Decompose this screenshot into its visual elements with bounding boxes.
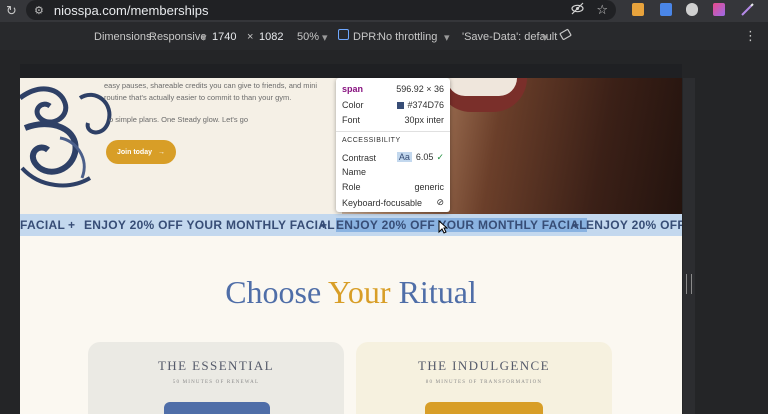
plan-subtitle: 50 MINUTES OF RENEWAL [172, 380, 260, 385]
extension-icon[interactable] [632, 3, 644, 16]
device-toolbar: Dimensions: Responsive ▾ 1740 × 1082 50%… [0, 22, 768, 50]
dimensions-label: Dimensions: [94, 31, 155, 43]
zoom-select[interactable]: 50% [297, 31, 319, 43]
hero-text-line: o simple plans. One Steady glow. Let's g… [109, 115, 249, 124]
plan-subtitle: 80 MINUTES OF TRANSFORMATION [425, 380, 543, 385]
keyboard-focusable-label: Keyboard-focusable [342, 197, 423, 208]
dropdown-arrow-icon: ▾ [322, 32, 328, 44]
title-part: Choose [225, 274, 329, 310]
join-button-label: Join today [116, 148, 152, 156]
photo-teeth [447, 78, 517, 96]
element-size: 596.92 × 36 [396, 84, 444, 94]
address-bar[interactable]: ⚙ niosspa.com/memberships ☆ [26, 0, 616, 20]
contrast-label: Contrast [342, 152, 377, 163]
docs-extension-icon[interactable] [660, 3, 672, 16]
contrast-sample: Aa [396, 152, 412, 162]
promo-marquee: FACIAL + ENJOY 20% OFF YOUR MONTHLY FACI… [20, 214, 682, 236]
browser-toolbar: ↻ ⚙ niosspa.com/memberships ☆ [0, 0, 768, 22]
marquee-item: ENJOY 20% OFF YOUR MONTHLY FACIAL [84, 218, 335, 232]
plan-button[interactable] [425, 402, 543, 414]
color-swatch [397, 102, 405, 109]
star-icon[interactable]: ☆ [596, 2, 608, 18]
color-value: #374D76 [407, 100, 444, 110]
pencil-icon[interactable] [740, 3, 754, 22]
role-value: generic [414, 182, 444, 192]
dpr-label: DPR: [353, 31, 380, 43]
font-label: Font [342, 115, 361, 125]
font-value: 30px inter [404, 115, 444, 125]
plan-card-indulgence: THE INDULGENCE 80 MINUTES OF TRANSFORMAT… [356, 342, 612, 414]
color-extension-icon[interactable] [713, 3, 725, 16]
url-text[interactable]: niosspa.com/memberships [54, 3, 209, 18]
dropdown-arrow-icon: ▾ [201, 32, 207, 44]
width-input[interactable]: 1740 [212, 31, 236, 43]
name-label: Name [342, 167, 367, 177]
more-options-icon[interactable]: ⋮ [744, 28, 757, 44]
resize-handle[interactable] [686, 274, 692, 294]
page-scrollbar[interactable] [683, 78, 695, 414]
plan-button[interactable] [164, 402, 270, 414]
plan-card-essential: THE ESSENTIAL 50 MINUTES OF RENEWAL [88, 342, 344, 414]
title-highlight: Your [328, 274, 391, 310]
dimensions-mode-select[interactable]: Responsive [149, 31, 206, 43]
plan-name: THE ESSENTIAL [157, 358, 275, 373]
element-tag: span [342, 84, 364, 94]
hero-text-line: routine that's actually easier to commit… [104, 93, 292, 102]
plan-name: THE INDULGENCE [418, 358, 550, 373]
inspect-tooltip: span 596.92 × 36 Color #374D76 Font 30px… [336, 78, 450, 212]
ruler [20, 64, 682, 78]
dropdown-arrow-icon: ▾ [542, 32, 548, 44]
site-info-icon[interactable]: ⚙ [34, 4, 44, 17]
join-today-button[interactable]: Join today → [106, 140, 176, 164]
marquee-item: ENJOY 20% OFF Y [586, 218, 682, 232]
role-label: Role [342, 182, 361, 192]
contrast-value: 6.05 [415, 152, 434, 162]
arrow-right-icon: → [158, 148, 165, 156]
openai-extension-icon[interactable] [686, 3, 698, 16]
marquee-item-highlighted: ENJOY 20% OFF YOUR MONTHLY FACIAL [336, 218, 587, 232]
marquee-item: FACIAL [20, 218, 66, 232]
reload-icon[interactable]: ↻ [6, 3, 17, 19]
check-circle-icon: ✓ [436, 152, 444, 162]
dpr-icon [338, 29, 349, 40]
dropdown-arrow-icon: ▾ [444, 32, 450, 44]
rotate-icon[interactable] [559, 28, 572, 44]
plus-icon: + [68, 218, 76, 232]
eye-slash-icon[interactable] [571, 2, 584, 18]
tooltip-divider [336, 131, 450, 132]
not-allowed-icon: ⊘ [436, 197, 444, 207]
color-label: Color [342, 100, 364, 110]
accessibility-heading: ACCESSIBILITY [342, 137, 401, 144]
hero-text-line: easy pauses, shareable credits you can g… [104, 81, 318, 90]
title-part: Ritual [390, 274, 477, 310]
times-symbol: × [247, 31, 254, 43]
height-input[interactable]: 1082 [259, 31, 283, 43]
mouse-cursor-icon [438, 220, 448, 234]
section-title: Choose Your Ritual [20, 274, 682, 311]
throttling-select[interactable]: No throttling [378, 31, 437, 43]
plus-icon: + [320, 218, 328, 232]
plus-icon: + [572, 218, 580, 232]
